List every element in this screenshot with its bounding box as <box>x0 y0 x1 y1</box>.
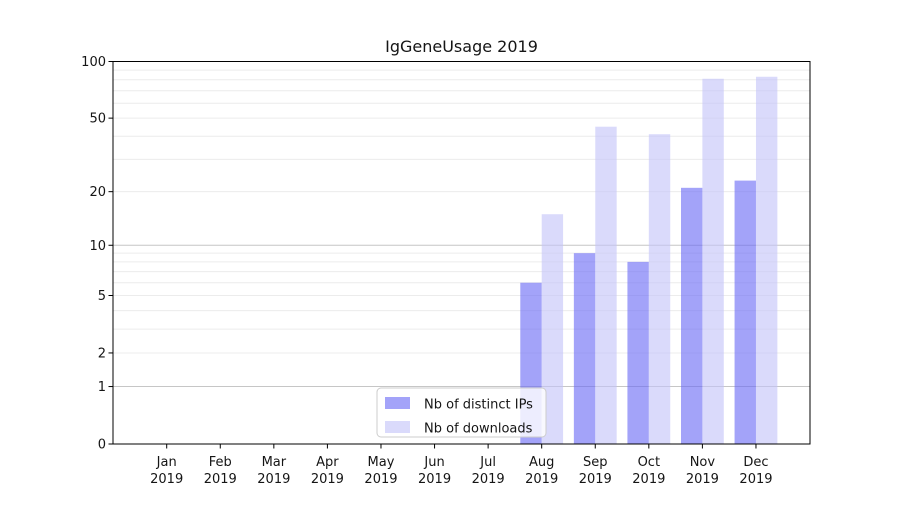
legend: Nb of distinct IPs Nb of downloads <box>377 388 546 437</box>
legend-swatch-ips <box>385 397 410 409</box>
bar-downloads <box>649 134 670 444</box>
x-tick-year: 2019 <box>364 472 397 487</box>
x-tick-month: Apr <box>316 455 339 470</box>
x-tick-month: Jun <box>423 455 444 470</box>
x-tick-month: Sep <box>583 455 608 470</box>
y-tick-label: 50 <box>89 112 106 127</box>
x-tick-year: 2019 <box>525 472 558 487</box>
bar-distinct-ips <box>735 181 756 444</box>
y-tick-label: 10 <box>89 239 106 254</box>
bar-distinct-ips <box>627 262 648 444</box>
x-tick-year: 2019 <box>739 472 772 487</box>
x-tick-label: Oct 2019 <box>632 455 665 487</box>
x-tick-year: 2019 <box>632 472 665 487</box>
x-tick-label: Sep 2019 <box>579 455 612 487</box>
x-tick-year: 2019 <box>204 472 237 487</box>
bar-distinct-ips <box>574 253 595 444</box>
x-tick-month: Jan <box>156 455 177 470</box>
x-tick-month: May <box>368 455 395 470</box>
bar-downloads <box>702 79 723 444</box>
x-tick-month: Dec <box>743 455 768 470</box>
x-tick-month: Feb <box>209 455 232 470</box>
x-tick-month: Oct <box>638 455 660 470</box>
y-axis: 0 1 2 5 10 20 50 100 <box>81 55 113 453</box>
bar-distinct-ips <box>681 188 702 444</box>
y-tick-label: 5 <box>98 289 106 304</box>
legend-label-downloads: Nb of downloads <box>424 422 533 437</box>
bar-downloads <box>756 77 777 444</box>
x-tick-year: 2019 <box>150 472 183 487</box>
x-tick-month: Mar <box>262 455 287 470</box>
x-tick-label: Mar 2019 <box>257 455 290 487</box>
x-tick-year: 2019 <box>579 472 612 487</box>
x-tick-label: Jun 2019 <box>418 455 451 487</box>
x-tick-month: Aug <box>529 455 554 470</box>
x-tick-label: Nov 2019 <box>686 455 719 487</box>
x-tick-year: 2019 <box>311 472 344 487</box>
y-tick-label: 20 <box>89 185 106 200</box>
bar-downloads <box>595 127 616 444</box>
x-tick-label: May 2019 <box>364 455 397 487</box>
x-tick-year: 2019 <box>418 472 451 487</box>
y-tick-label: 0 <box>98 438 106 453</box>
x-tick-label: Jul 2019 <box>472 455 505 487</box>
x-tick-label: Dec 2019 <box>739 455 772 487</box>
x-tick-year: 2019 <box>257 472 290 487</box>
y-tick-label: 2 <box>98 346 106 361</box>
x-tick-month: Nov <box>690 455 716 470</box>
y-tick-label: 100 <box>81 55 106 70</box>
x-tick-month: Jul <box>479 455 496 470</box>
x-tick-year: 2019 <box>472 472 505 487</box>
y-tick-label: 1 <box>98 380 106 395</box>
x-tick-year: 2019 <box>686 472 719 487</box>
x-tick-label: Apr 2019 <box>311 455 344 487</box>
x-tick-label: Aug 2019 <box>525 455 558 487</box>
legend-swatch-downloads <box>385 421 410 433</box>
legend-label-ips: Nb of distinct IPs <box>424 398 533 413</box>
x-tick-label: Jan 2019 <box>150 455 183 487</box>
x-axis: Jan 2019 Feb 2019 Mar 2019 Apr 2019 May 2019 Jun 20… <box>150 444 772 487</box>
chart-svg: 0 1 2 5 10 20 50 100 Jan 2019 Feb 2019 Mar 2019 Apr 201… <box>0 0 900 500</box>
x-tick-label: Feb 2019 <box>204 455 237 487</box>
figure: 0 1 2 5 10 20 50 100 Jan 2019 Feb 2019 Mar 2019 Apr 201… <box>0 0 900 500</box>
chart-title: IgGeneUsage 2019 <box>385 37 538 56</box>
